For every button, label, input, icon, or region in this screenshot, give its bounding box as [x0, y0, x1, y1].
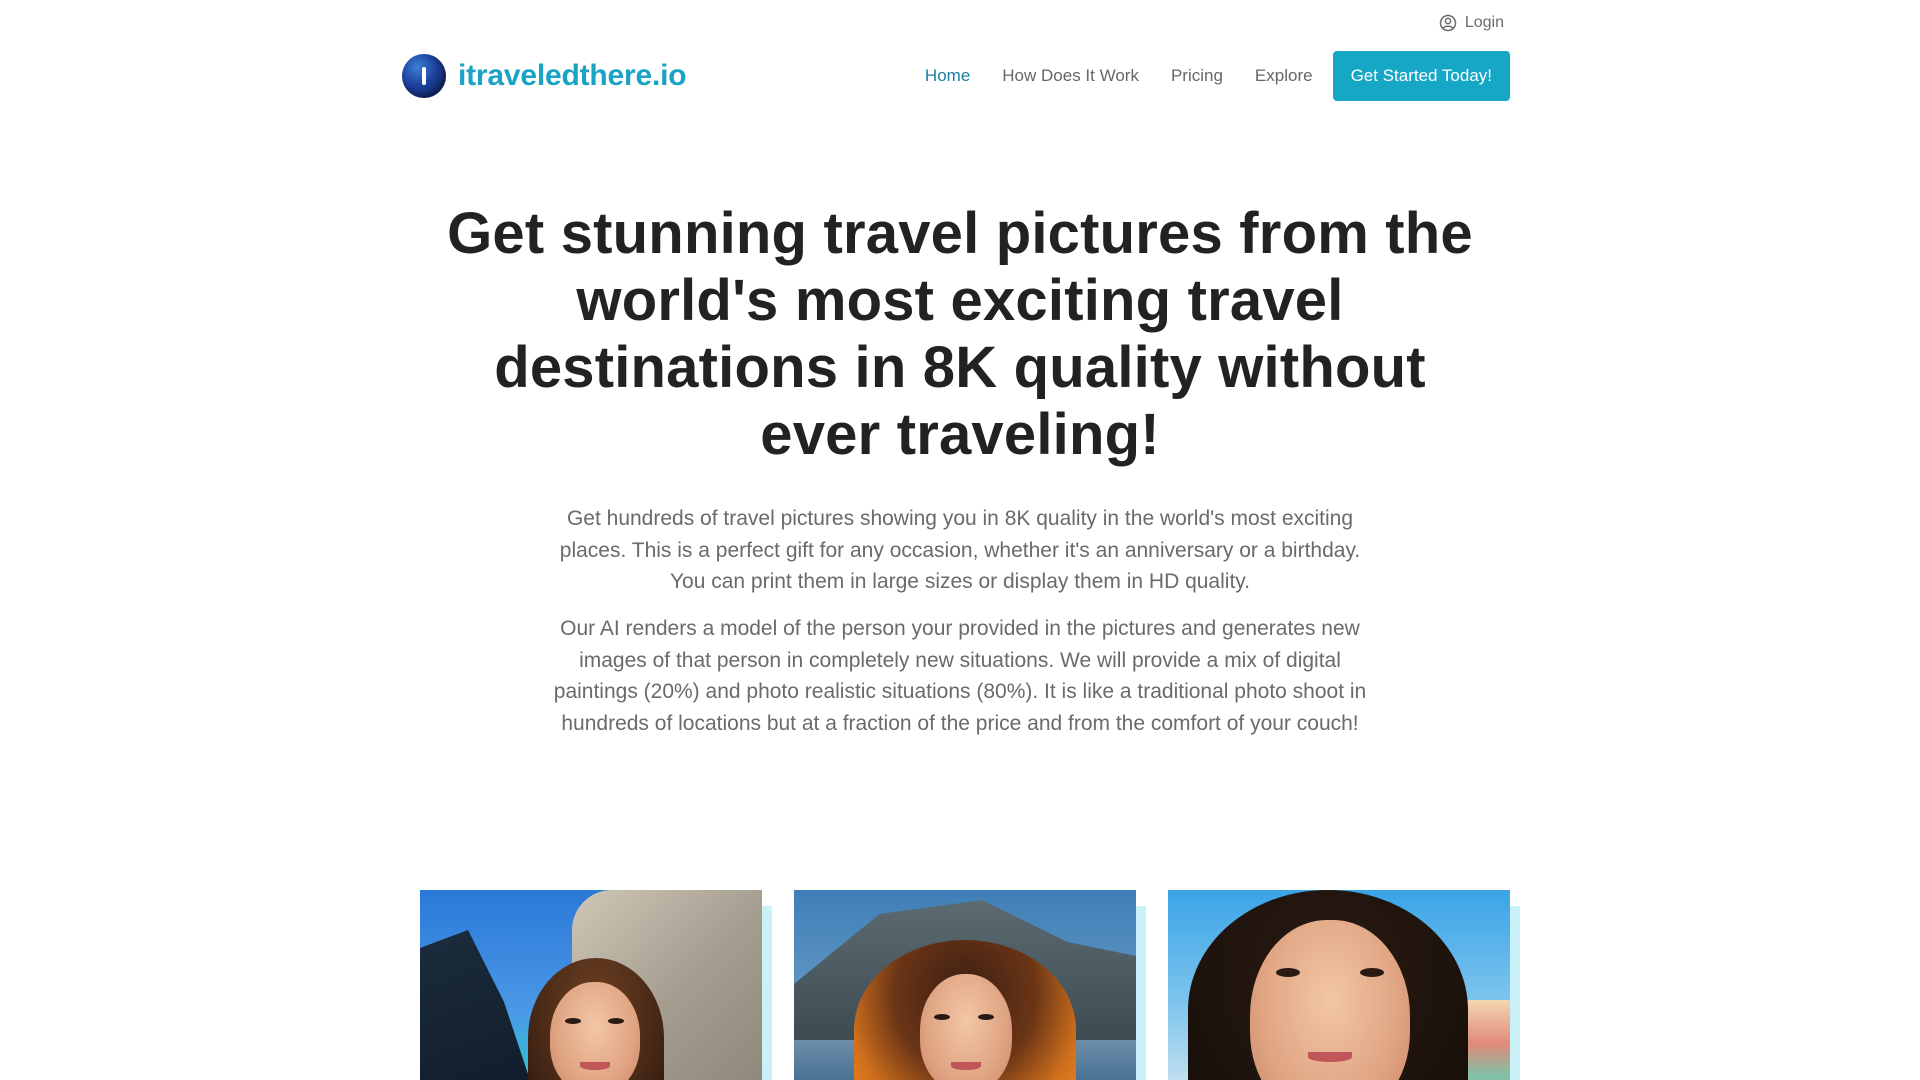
hero-title: Get stunning travel pictures from the wo… — [447, 201, 1473, 467]
gallery-image-1[interactable] — [420, 890, 762, 1080]
page: Login itraveledthere.io Home How Does It… — [0, 0, 1920, 1080]
nav-item-home[interactable]: Home — [925, 66, 970, 86]
nav-item-pricing[interactable]: Pricing — [1171, 66, 1223, 86]
gallery-image-3[interactable] — [1168, 890, 1510, 1080]
portrait-photo-icon — [420, 890, 762, 1080]
portrait-photo-icon — [1168, 890, 1510, 1080]
card-accent — [1136, 906, 1146, 1080]
hero-paragraph-1: Get hundreds of travel pictures showing … — [559, 507, 1361, 593]
gallery-image-2[interactable] — [794, 890, 1136, 1080]
globe-logo-icon — [402, 54, 446, 98]
card-accent — [1510, 906, 1520, 1080]
login-label: Login — [1464, 14, 1504, 31]
site-header: itraveledthere.io Home How Does It Work … — [402, 50, 1510, 102]
login-link[interactable]: Login — [1439, 14, 1504, 32]
brand-home-link[interactable]: itraveledthere.io — [402, 54, 687, 98]
hero-paragraph-2: Our AI renders a model of the person you… — [553, 617, 1367, 735]
main-nav: Home How Does It Work Pricing Explore Ge… — [893, 51, 1510, 101]
nav-item-how-does-it-work[interactable]: How Does It Work — [1002, 66, 1139, 86]
photo-gallery — [420, 890, 1520, 1080]
brand-name: itraveledthere.io — [458, 59, 687, 92]
card-accent — [762, 906, 772, 1080]
nav-item-explore[interactable]: Explore — [1255, 66, 1313, 86]
portrait-photo-icon — [794, 890, 1136, 1080]
get-started-button[interactable]: Get Started Today! — [1332, 51, 1510, 101]
user-circle-icon — [1439, 14, 1457, 32]
